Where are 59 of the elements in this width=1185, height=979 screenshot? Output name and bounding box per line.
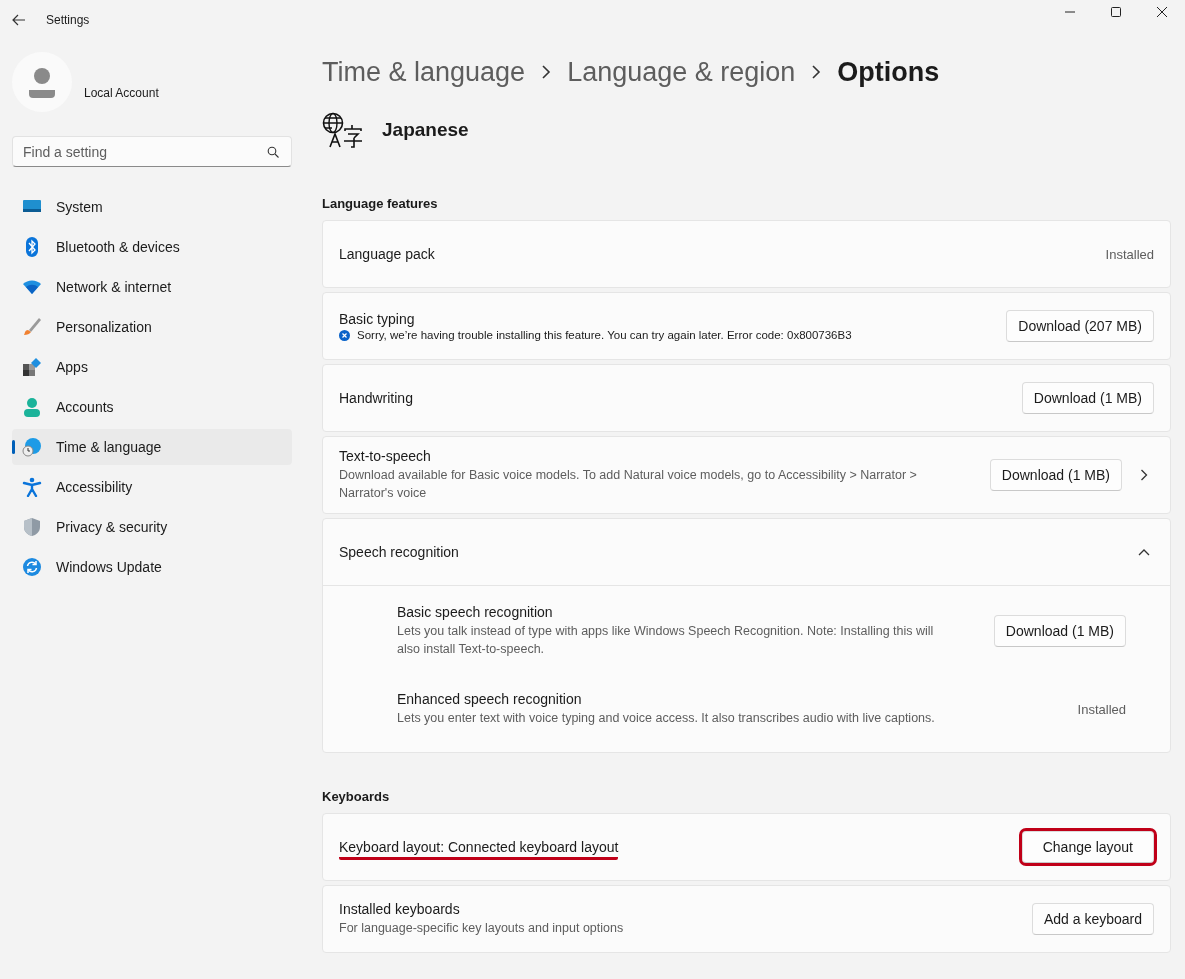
setting-title: Speech recognition: [339, 544, 459, 560]
download-button[interactable]: Change layout: [1021, 831, 1154, 863]
accessibility-icon: [22, 477, 42, 497]
download-button[interactable]: Download (1 MB): [1021, 382, 1154, 414]
refresh-icon: [22, 557, 42, 577]
nav-item[interactable]: Personalization: [12, 309, 292, 345]
nav-item[interactable]: System: [12, 189, 292, 225]
setting-title: Language pack: [339, 246, 435, 262]
download-button[interactable]: Download (207 MB): [1006, 310, 1154, 342]
language-name: Japanese: [382, 119, 469, 141]
download-button[interactable]: Download (1 MB): [993, 615, 1126, 647]
globe-clock-icon: [22, 437, 42, 457]
setting-description: Lets you enter text with voice typing and voice access. It also transcribes audio with live captions.: [397, 710, 936, 727]
setting-title: Installed keyboards: [339, 901, 460, 917]
nav-item[interactable]: Privacy & security: [12, 509, 292, 545]
status-text: Installed: [1077, 701, 1126, 717]
search-field[interactable]: Find a setting: [12, 136, 292, 167]
chevron-up-icon: [1138, 548, 1150, 556]
nav-item[interactable]: Time & language: [12, 429, 292, 465]
setting-description: Lets you talk instead of type with apps like Windows Speech Recognition. Note: Installing this will also install Text-to-speech.: [397, 623, 935, 658]
setting-description: For language-specific key layouts and input options: [339, 920, 625, 937]
page-title: Options: [837, 56, 940, 88]
status-text: Installed: [1105, 246, 1154, 262]
chevron-right-icon: [541, 65, 552, 79]
apps-icon: [22, 357, 42, 377]
language-icon: [322, 112, 364, 148]
section-heading: Keyboards: [322, 789, 391, 804]
nav-item[interactable]: Apps: [12, 349, 292, 385]
download-button[interactable]: Download (1 MB): [989, 459, 1122, 491]
avatar-icon: [12, 52, 72, 112]
download-button[interactable]: Add a keyboard: [1031, 903, 1154, 935]
nav-item[interactable]: Network & internet: [12, 269, 292, 305]
nav-item[interactable]: Bluetooth & devices: [12, 229, 292, 265]
breadcrumb-link[interactable]: Time & language: [322, 56, 526, 88]
chevron-right-icon: [811, 65, 822, 79]
back-arrow-icon: [12, 14, 26, 26]
setting-title: Keyboard layout: Connected keyboard layout: [339, 839, 619, 860]
setting-title: Text-to-speech: [339, 448, 431, 464]
setting-description: Download available for Basic voice models. To add Natural voice models, go to Accessibility > Narrator > Narrator's voice: [339, 467, 918, 502]
nav-item[interactable]: Accounts: [12, 389, 292, 425]
setting-title: Handwriting: [339, 390, 413, 406]
nav-item[interactable]: Windows Update: [12, 549, 292, 585]
selection-indicator: [12, 440, 15, 454]
error-message: Sorry, we’re having trouble installing this feature. You can try again later. Error code: 0x800736B3: [357, 329, 852, 341]
setting-title: Basic typing: [339, 311, 415, 327]
setting-title: Enhanced speech recognition: [397, 691, 582, 707]
account-name: Local Account: [84, 86, 159, 100]
breadcrumb-link[interactable]: Language & region: [567, 56, 796, 88]
window-title: Settings: [46, 13, 90, 27]
maximize-icon: [1111, 7, 1121, 17]
setting-title: Basic speech recognition: [397, 604, 553, 620]
section-heading: Language features: [322, 196, 439, 211]
close-icon: [1157, 7, 1167, 17]
person-icon: [22, 397, 42, 417]
paintbrush-icon: [22, 317, 42, 337]
shield-icon: [22, 517, 42, 537]
search-icon: [267, 146, 279, 158]
error-icon: [339, 329, 350, 341]
nav-item[interactable]: Accessibility: [12, 469, 292, 505]
